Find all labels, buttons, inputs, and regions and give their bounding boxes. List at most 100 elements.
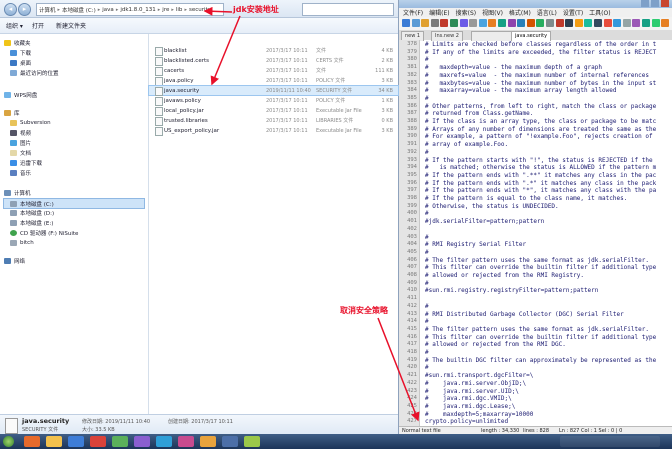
nav-wps-drive[interactable]: WPS网盘 [4,90,37,99]
toolbar-tool-icon[interactable] [651,19,660,27]
toolbar-tool-icon[interactable] [421,19,430,27]
nav-drive-f[interactable]: CD 驱动器 (F:) NiSuite [10,228,78,237]
close-icon[interactable] [661,0,669,7]
file-icon [155,67,163,76]
menu-search[interactable]: 搜索(S) [456,8,477,17]
nav-network[interactable]: 网络 [4,256,25,265]
toolbar-tool-icon[interactable] [402,19,410,27]
menu-edit[interactable]: 编辑(E) [429,8,449,17]
code-line: # allowed or rejected from the RMI Regis… [425,272,584,279]
back-icon[interactable]: ◂ [4,3,17,16]
toolbar-tool-icon[interactable] [603,19,612,27]
toolbar-tool-icon[interactable] [430,19,439,27]
toolbar-tool-icon[interactable] [584,19,593,27]
nav-recent[interactable]: 最近访问的位置 [10,68,59,77]
breadcrumb-item[interactable]: lib [174,7,185,13]
toolbar-tool-icon[interactable] [632,19,641,27]
file-row[interactable]: cacerts 2017/3/17 10:11 文件 111 KB [149,66,398,76]
maximize-icon[interactable] [651,0,659,7]
nav-thunder-downloads[interactable]: 迅雷下载 [10,158,42,167]
breadcrumb-item[interactable]: java [100,7,116,13]
file-row[interactable]: javaws.policy 2017/3/17 10:11 POLICY 文件 1 K… [149,96,398,106]
toolbar-tool-icon[interactable] [469,19,478,27]
nav-subversion[interactable]: Subversion [10,118,51,127]
explorer-icon[interactable] [46,436,62,447]
menu-language[interactable]: 语言(L) [537,8,557,17]
app-icon[interactable] [200,436,216,447]
file-row[interactable]: blacklisted.certs 2017/3/17 10:11 CERTS 文件… [149,56,398,66]
nav-drive-d[interactable]: 本地磁盘 (D:) [10,208,54,217]
nav-music[interactable]: 音乐 [10,168,31,177]
nav-favorites[interactable]: 收藏夹 [4,38,31,47]
app-icon[interactable] [112,436,128,447]
toolbar-tool-icon[interactable] [450,19,458,27]
toolbar-tool-icon[interactable] [613,19,622,27]
file-row-selected[interactable]: java.security 2019/11/11 10:40 SECURITY 文件… [148,85,399,96]
toolbar-tool-icon[interactable] [517,19,526,27]
file-row[interactable]: local_policy.jar 2017/3/17 10:11 Executabl… [149,106,398,116]
app-icon[interactable] [222,436,238,447]
nav-drive-e[interactable]: 本地磁盘 (E:) [10,218,53,227]
toolbar-tool-icon[interactable] [622,19,631,27]
new-folder-button[interactable]: 新建文件夹 [56,21,86,30]
nav-desktop[interactable]: 桌面 [10,58,31,67]
toolbar-tool-icon[interactable] [574,19,583,27]
app-icon[interactable] [24,436,40,447]
toolbar-tool-icon[interactable] [498,19,506,27]
system-tray[interactable] [560,436,660,447]
menu-file[interactable]: 文件(F) [403,8,423,17]
line-number: 416 [407,333,417,340]
notepad-plus-icon[interactable] [244,436,260,447]
app-icon[interactable] [156,436,172,447]
file-row[interactable]: trusted.libraries 2017/3/17 10:11 LIBRARIE… [149,116,398,126]
menu-tools[interactable]: 工具(O) [589,8,610,17]
toolbar-tool-icon[interactable] [661,19,670,27]
file-icon [155,57,163,66]
app-icon[interactable] [134,436,150,447]
menu-format[interactable]: 格式(M) [509,8,531,17]
toolbar-tool-icon[interactable] [555,19,564,27]
toolbar-tool-icon[interactable] [594,19,602,27]
toolbar-tool-icon[interactable] [507,19,516,27]
organize-button[interactable]: 组织 ▾ [6,21,23,30]
editor-text-area[interactable]: 378 379 380 381 382 383 384 385 386 387 388 389 390 3… [399,40,672,426]
app-icon[interactable] [90,436,106,447]
start-button-icon[interactable] [3,436,14,447]
toolbar-tool-icon[interactable] [526,19,535,27]
search-input[interactable] [302,3,394,16]
menu-settings[interactable]: 设置(T) [563,8,583,17]
nav-bitch[interactable]: bitch [10,238,34,247]
toolbar-tool-icon[interactable] [459,19,468,27]
toolbar-tool-icon[interactable] [536,19,545,27]
editor-menu-bar: 文件(F) 编辑(E) 搜索(S) 视图(V) 格式(M) 语言(L) 设置(T… [399,8,672,17]
breadcrumb-item[interactable]: security [187,7,213,13]
file-row[interactable]: US_export_policy.jar 2017/3/17 10:11 Execu… [149,126,398,136]
toolbar-tool-icon[interactable] [411,19,420,27]
toolbar-tool-icon[interactable] [546,19,554,27]
file-row[interactable]: blacklist 2017/3/17 10:11 文件 4 KB [149,46,398,56]
app-icon[interactable] [178,436,194,447]
nav-documents[interactable]: 文档 [10,148,31,157]
forward-icon[interactable]: ▸ [18,3,31,16]
code-line: # maxrefs=value - the maximum number of … [425,71,649,79]
toolbar-tool-icon[interactable] [642,19,650,27]
breadcrumb-item[interactable]: jre [160,7,171,13]
nav-videos[interactable]: 视频 [10,128,31,137]
breadcrumb-item[interactable]: 计算机 [37,6,58,14]
open-button[interactable]: 打开 [32,21,44,30]
toolbar-tool-icon[interactable] [565,19,574,27]
minimize-icon[interactable] [641,0,649,7]
breadcrumb-item[interactable]: 本地磁盘 (C:) [60,6,98,14]
toolbar-tool-icon[interactable] [478,19,487,27]
nav-libraries[interactable]: 库 [4,108,20,117]
breadcrumb[interactable]: 计算机 ▸ 本地磁盘 (C:) ▸ java ▸ jdk1.8.0_131 ▸ jre ▸… [36,3,224,16]
file-row[interactable]: java.policy 2017/3/17 10:11 POLICY 文件 3 KB [149,76,398,86]
nav-downloads[interactable]: 下载 [10,48,31,57]
toolbar-tool-icon[interactable] [488,19,497,27]
toolbar-tool-icon[interactable] [440,19,449,27]
nav-pictures[interactable]: 图片 [10,138,31,147]
breadcrumb-item[interactable]: jdk1.8.0_131 [118,7,157,13]
menu-view[interactable]: 视图(V) [482,8,503,17]
nav-computer[interactable]: 计算机 [4,188,31,197]
app-icon[interactable] [68,436,84,447]
